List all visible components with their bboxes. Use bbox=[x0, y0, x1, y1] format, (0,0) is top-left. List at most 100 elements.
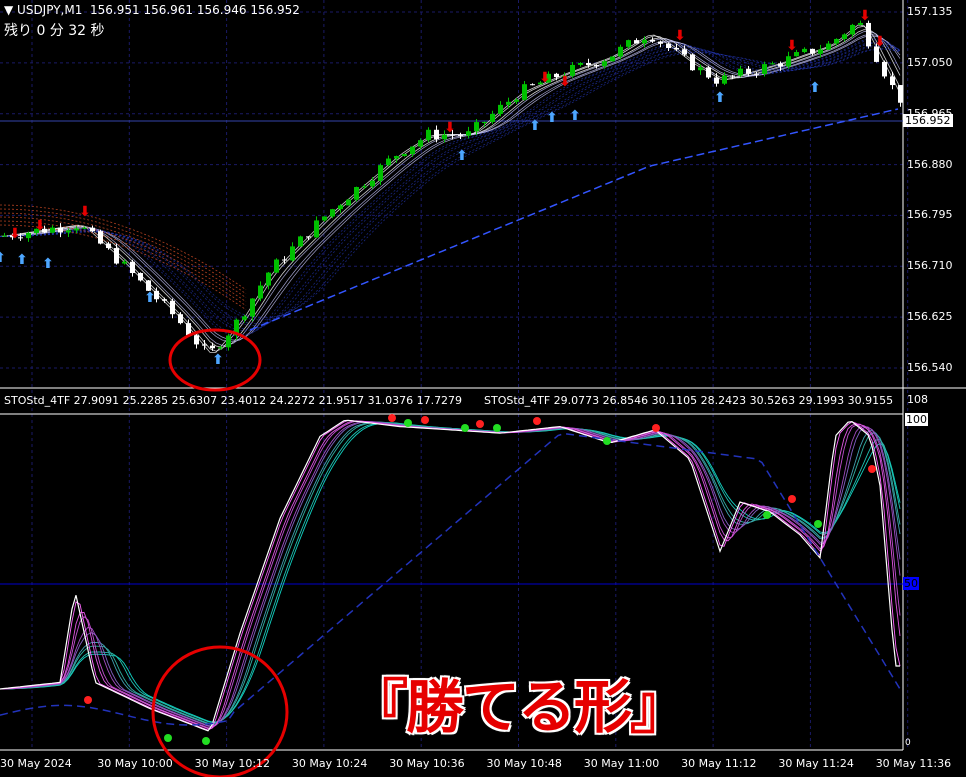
bull-candle bbox=[74, 228, 79, 231]
sell-signal-dot bbox=[388, 414, 396, 422]
bull-candle bbox=[482, 121, 487, 123]
sell-arrow-icon: ⬇ bbox=[9, 226, 21, 242]
bull-candle bbox=[226, 335, 231, 348]
bear-candle bbox=[890, 76, 895, 86]
bear-candle bbox=[282, 259, 287, 261]
bear-candle bbox=[130, 261, 135, 274]
bear-candle bbox=[666, 43, 671, 48]
sell-signal-dot bbox=[652, 424, 660, 432]
bull-candle bbox=[466, 131, 471, 136]
bear-candle bbox=[706, 67, 711, 78]
bull-candle bbox=[698, 67, 703, 71]
bull-candle bbox=[842, 34, 847, 39]
bear-candle bbox=[162, 299, 167, 301]
bull-candle bbox=[82, 227, 87, 229]
bear-candle bbox=[898, 85, 903, 103]
time-axis-label: 30 May 11:00 bbox=[583, 757, 660, 770]
sell-signal-dot bbox=[533, 417, 541, 425]
bull-candle bbox=[522, 84, 527, 100]
time-axis-label: 30 May 11:24 bbox=[778, 757, 854, 770]
bear-candle bbox=[634, 40, 639, 44]
moving-average-line bbox=[0, 31, 901, 346]
sell-arrow-icon: ⬇ bbox=[559, 74, 571, 90]
bull-candle bbox=[834, 38, 839, 44]
buy-arrow-icon: ⬆ bbox=[16, 252, 28, 268]
ohlc-values: 156.951 156.961 156.946 156.952 bbox=[90, 3, 300, 17]
time-axis-label: 30 May 2024 bbox=[0, 757, 72, 770]
bull-candle bbox=[370, 180, 375, 187]
bull-candle bbox=[474, 122, 479, 132]
buy-signal-dot bbox=[202, 737, 210, 745]
sell-arrow-icon: ⬇ bbox=[79, 204, 91, 220]
bull-candle bbox=[274, 259, 279, 273]
bear-candle bbox=[650, 39, 655, 42]
bear-candle bbox=[194, 335, 199, 345]
sell-signal-dot bbox=[84, 696, 92, 704]
overlay-headline: 『勝てる形』 bbox=[349, 672, 689, 742]
indicator-axis-50: 50 bbox=[903, 577, 919, 590]
bull-candle bbox=[762, 64, 767, 74]
bull-candle bbox=[266, 272, 271, 286]
bull-candle bbox=[618, 46, 623, 57]
bear-candle bbox=[106, 243, 111, 249]
sell-arrow-icon: ⬇ bbox=[786, 38, 798, 54]
moving-average-line bbox=[0, 39, 901, 335]
bull-candle bbox=[722, 75, 727, 84]
bear-candle bbox=[210, 345, 215, 349]
buy-arrow-icon: ⬆ bbox=[0, 250, 6, 266]
bull-candle bbox=[426, 129, 431, 141]
bull-candle bbox=[410, 146, 415, 155]
indicator-axis-0: 0 bbox=[905, 738, 911, 748]
bear-candle bbox=[98, 231, 103, 244]
bear-candle bbox=[458, 135, 463, 137]
bear-candle bbox=[746, 68, 751, 74]
bear-candle bbox=[674, 47, 679, 50]
bull-candle bbox=[386, 158, 391, 166]
sell-arrow-icon: ⬇ bbox=[444, 120, 456, 136]
bull-candle bbox=[770, 63, 775, 65]
moving-average-line bbox=[0, 42, 901, 330]
bull-candle bbox=[298, 236, 303, 247]
moving-average-line bbox=[0, 41, 901, 332]
buy-arrow-icon: ⬆ bbox=[42, 256, 54, 272]
bear-candle bbox=[178, 314, 183, 324]
moving-average-line bbox=[0, 38, 901, 337]
indicator-axis-100: 100 bbox=[905, 413, 928, 426]
buy-arrow-icon: ⬆ bbox=[456, 148, 468, 164]
bear-candle bbox=[434, 129, 439, 140]
indicator-label-1: STOStd_4TF 27.9091 25.2285 25.6307 23.40… bbox=[4, 394, 463, 407]
bull-candle bbox=[2, 235, 7, 237]
bull-candle bbox=[26, 232, 31, 239]
time-axis-label: 30 May 11:36 bbox=[875, 757, 952, 770]
buy-arrow-icon: ⬆ bbox=[144, 290, 156, 306]
buy-signal-dot bbox=[763, 511, 771, 519]
bull-candle bbox=[602, 61, 607, 67]
bear-candle bbox=[754, 73, 759, 75]
bearish-ribbon-line bbox=[0, 224, 247, 311]
buy-signal-dot bbox=[461, 424, 469, 432]
price-axis-label: 157.135 bbox=[907, 5, 953, 18]
bull-candle bbox=[330, 209, 335, 217]
bull-candle bbox=[250, 298, 255, 317]
bull-candle bbox=[346, 199, 351, 206]
buy-signal-dot bbox=[164, 734, 172, 742]
price-axis-label: 156.540 bbox=[907, 360, 953, 374]
price-axis-label: 157.050 bbox=[907, 55, 953, 69]
bear-candle bbox=[594, 65, 599, 67]
price-axis-label: 156.625 bbox=[907, 310, 953, 324]
bull-candle bbox=[498, 104, 503, 114]
time-axis-label: 30 May 10:48 bbox=[486, 757, 562, 770]
bull-candle bbox=[826, 43, 831, 50]
bear-candle bbox=[658, 41, 663, 44]
price-axis-label: 156.795 bbox=[907, 208, 953, 222]
bull-candle bbox=[610, 56, 615, 62]
sell-signal-dot bbox=[788, 495, 796, 503]
sell-signal-dot bbox=[868, 465, 876, 473]
price-axis-label: 156.710 bbox=[907, 259, 953, 273]
sell-arrow-icon: ⬇ bbox=[674, 28, 686, 44]
bull-candle bbox=[362, 186, 367, 188]
bear-candle bbox=[810, 48, 815, 54]
moving-average-line bbox=[0, 47, 901, 321]
bull-candle bbox=[378, 165, 383, 181]
bull-candle bbox=[626, 40, 631, 47]
